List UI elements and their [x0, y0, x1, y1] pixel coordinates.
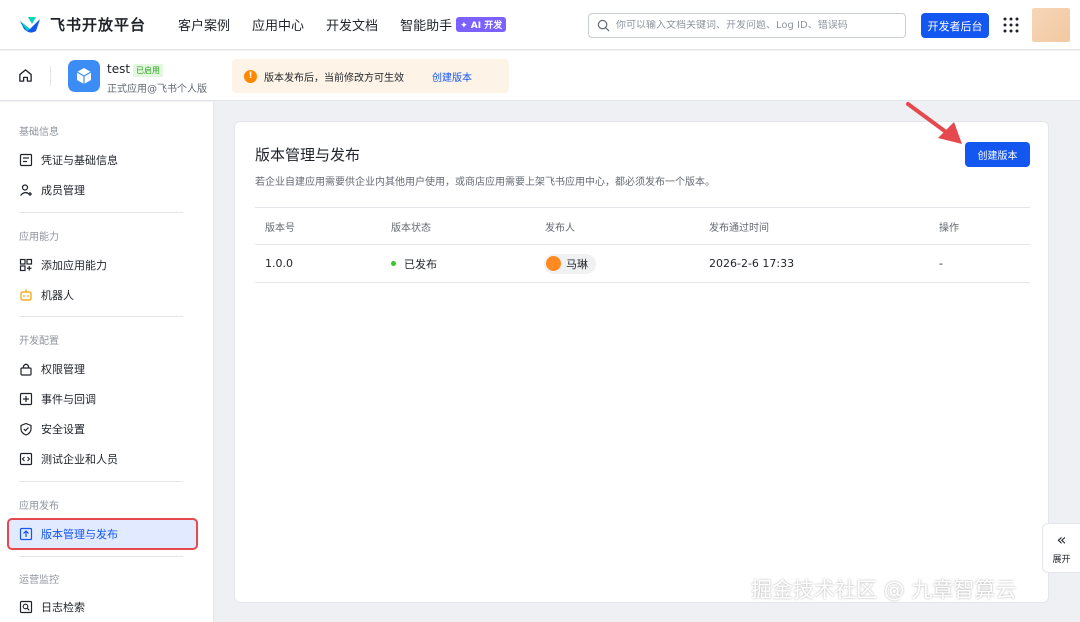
page-title: 版本管理与发布 [255, 146, 361, 164]
sidebar-item-label: 测试企业和人员 [41, 453, 118, 466]
create-version-button[interactable]: 创建版本 [965, 142, 1030, 167]
divider [19, 316, 183, 317]
divider [50, 66, 51, 86]
nav-link-docs[interactable]: 开发文档 [326, 15, 378, 34]
event-icon [19, 392, 33, 406]
column-header: 发布人 [545, 222, 575, 234]
status-cell: 已发布 [391, 245, 437, 282]
version-notice: ! 版本发布后，当前修改方可生效 创建版本 [232, 59, 509, 93]
user-avatar[interactable] [1032, 8, 1070, 42]
sidebar-item-label: 事件与回调 [41, 393, 96, 406]
search-icon [597, 19, 610, 32]
app-name: test [107, 62, 131, 76]
upload-icon [19, 527, 33, 541]
sidebar-section-title: 应用发布 [19, 501, 59, 512]
code-icon [19, 452, 33, 466]
publisher-name: 马琳 [566, 257, 588, 271]
action-cell: - [939, 257, 943, 270]
sidebar-item-security[interactable]: 安全设置 [19, 421, 85, 437]
sidebar-item-label: 成员管理 [41, 184, 85, 197]
sidebar-section-title: 运营监控 [19, 575, 59, 586]
column-header: 版本状态 [391, 222, 431, 234]
status-dot-icon [391, 261, 396, 266]
version-management-card: 版本管理与发布 若企业自建应用需要供企业内其他用户使用，或商店应用需要上架飞书应… [234, 121, 1049, 603]
sidebar-item-add-capability[interactable]: 添加应用能力 [19, 257, 107, 273]
sidebar-item-credentials[interactable]: 凭证与基础信息 [19, 152, 118, 168]
sidebar-item-events[interactable]: 事件与回调 [19, 391, 96, 407]
dev-console-button[interactable]: 开发者后台 [921, 13, 989, 38]
apps-grid-icon[interactable] [1003, 17, 1019, 33]
top-nav: 飞书开放平台 客户案例 应用中心 开发文档 智能助手 ✦ AI 开发 开发者后台 [0, 0, 1080, 50]
nav-links: 客户案例 应用中心 开发文档 智能助手 ✦ AI 开发 [178, 15, 528, 34]
divider [19, 481, 183, 482]
brand[interactable]: 飞书开放平台 [18, 14, 146, 35]
divider [19, 556, 183, 557]
sidebar-item-log-search[interactable]: 日志检索 [19, 599, 85, 615]
sidebar-item-label: 机器人 [41, 289, 74, 302]
home-icon[interactable] [18, 68, 33, 83]
sidebar-section-title: 基础信息 [19, 127, 59, 138]
divider [19, 212, 183, 213]
status-badge: 已启用 [133, 64, 163, 77]
sidebar-item-label: 安全设置 [41, 423, 85, 436]
sidebar-item-label: 凭证与基础信息 [41, 154, 118, 167]
search-input[interactable] [616, 20, 896, 31]
nav-link-assistant-label: 智能助手 [400, 19, 453, 34]
nav-link-cases[interactable]: 客户案例 [178, 15, 230, 34]
status-text: 已发布 [404, 257, 437, 271]
user-add-icon [20, 184, 32, 196]
sidebar: 基础信息 凭证与基础信息 成员管理 应用能力 添加应用能力 机器人 开发配置 权… [0, 102, 214, 622]
nav-link-app-center[interactable]: 应用中心 [252, 15, 304, 34]
nav-link-assistant[interactable]: 智能助手 ✦ AI 开发 [400, 15, 507, 34]
red-arrow-annotation-icon [906, 102, 962, 144]
sidebar-section-title: 开发配置 [19, 336, 59, 347]
column-header: 操作 [939, 222, 959, 234]
double-chevron-left-icon: « [1056, 529, 1067, 549]
document-icon [19, 153, 33, 167]
column-header: 版本号 [265, 222, 295, 234]
feishu-logo-icon [20, 16, 40, 33]
app-header: test 已启用 正式应用@飞书个人版 ! 版本发布后，当前修改方可生效 创建版… [0, 51, 1080, 101]
log-search-icon [19, 600, 33, 614]
version-table: 版本号 版本状态 发布人 发布通过时间 操作 1.0.0 已发布 马琳 2026… [255, 207, 1030, 283]
expand-panel-button[interactable]: « 展开 [1042, 523, 1080, 573]
table-row[interactable]: 1.0.0 已发布 马琳 2026-2-6 17:33 - [255, 245, 1030, 283]
robot-icon [20, 289, 32, 301]
watermark: 掘金技术社区 @ 九章智算云 [751, 578, 1017, 602]
sidebar-item-label: 版本管理与发布 [41, 528, 118, 541]
sidebar-item-bot[interactable]: 机器人 [19, 287, 74, 303]
ai-badge: ✦ AI 开发 [456, 17, 507, 32]
brand-name: 飞书开放平台 [50, 16, 147, 34]
sidebar-item-version-release[interactable]: 版本管理与发布 [19, 526, 118, 542]
expand-label: 展开 [1052, 554, 1071, 565]
app-subtitle: 正式应用@飞书个人版 [107, 84, 207, 95]
sidebar-item-label: 权限管理 [41, 363, 85, 376]
sidebar-item-permissions[interactable]: 权限管理 [19, 361, 85, 377]
sidebar-section-title: 应用能力 [19, 232, 59, 243]
time-cell: 2026-2-6 17:33 [709, 257, 795, 270]
column-header: 发布通过时间 [709, 222, 769, 234]
lock-icon [20, 363, 32, 376]
notice-create-version-link[interactable]: 创建版本 [432, 69, 472, 84]
shield-icon [20, 422, 32, 436]
sidebar-item-label: 日志检索 [41, 601, 85, 614]
table-header: 版本号 版本状态 发布人 发布通过时间 操作 [255, 207, 1030, 245]
cube-icon [76, 68, 92, 84]
avatar [546, 256, 561, 271]
sidebar-item-members[interactable]: 成员管理 [19, 182, 85, 198]
page-description: 若企业自建应用需要供企业内其他用户使用，或商店应用需要上架飞书应用中心，都必须发… [255, 177, 715, 188]
search-box[interactable] [588, 13, 906, 38]
notice-text: 版本发布后，当前修改方可生效 [264, 72, 404, 84]
app-icon [68, 60, 100, 92]
publisher-chip[interactable]: 马琳 [544, 253, 596, 274]
warning-icon: ! [244, 69, 257, 83]
version-cell: 1.0.0 [265, 257, 293, 270]
sidebar-item-label: 添加应用能力 [41, 259, 107, 272]
apps-icon [19, 258, 33, 272]
publisher-cell: 马琳 [544, 245, 596, 282]
sidebar-item-test-orgs[interactable]: 测试企业和人员 [19, 451, 118, 467]
